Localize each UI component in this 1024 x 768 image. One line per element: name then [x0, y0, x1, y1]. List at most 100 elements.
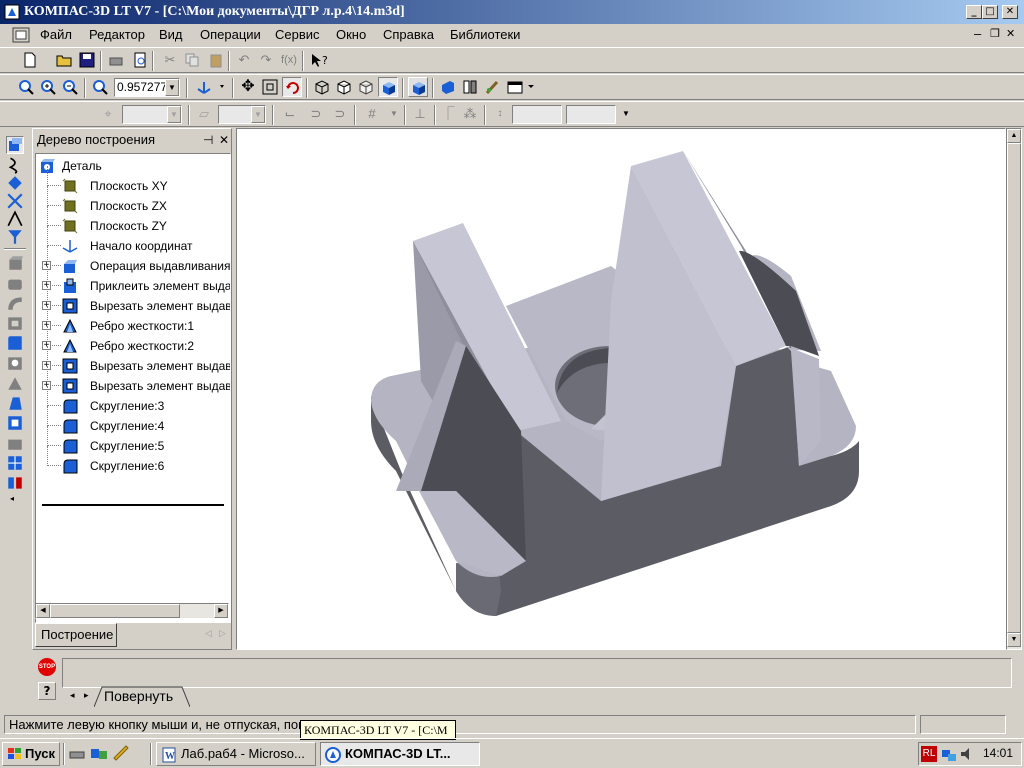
- stop-button[interactable]: STOP: [38, 658, 56, 676]
- coords-dropdown[interactable]: ▼: [616, 104, 636, 124]
- rotate-button[interactable]: [282, 77, 302, 97]
- model-viewport[interactable]: [236, 128, 1006, 650]
- menu-help[interactable]: Справка: [383, 27, 434, 42]
- tree-node[interactable]: Плоскость XY: [36, 166, 230, 196]
- network-icon[interactable]: [941, 746, 957, 762]
- doc-restore-button[interactable]: ❐: [990, 27, 1000, 40]
- new-file-button[interactable]: [20, 50, 40, 70]
- layer-select[interactable]: ▼: [218, 105, 266, 124]
- shell-operation-icon[interactable]: [6, 394, 24, 412]
- start-button[interactable]: Пуск: [2, 742, 60, 766]
- tree-node[interactable]: + Вырезать элемент выдавли: [36, 286, 230, 316]
- close-button[interactable]: ✕: [1002, 5, 1018, 19]
- tree-node[interactable]: + Вырезать элемент выдавли: [36, 346, 230, 376]
- tree-node[interactable]: Скругление:3: [36, 386, 230, 416]
- zoom-window-button[interactable]: [16, 77, 36, 97]
- shaded-button[interactable]: [378, 77, 398, 97]
- tree-node[interactable]: + Ребро жесткости:2: [36, 326, 230, 356]
- rib-operation-icon[interactable]: [6, 374, 24, 392]
- tab-prev-arrow[interactable]: ◁: [205, 628, 212, 639]
- snap-button[interactable]: ⌖: [98, 104, 118, 124]
- hole-operation-icon[interactable]: [6, 354, 24, 372]
- step-select[interactable]: ▼: [122, 105, 182, 124]
- title-bar[interactable]: КОМПАС-3D LT V7 - [C:\Мои документы\ДГР …: [0, 0, 1024, 24]
- chevron-down-icon[interactable]: ▼: [251, 106, 265, 123]
- array-operation-icon[interactable]: [6, 454, 24, 472]
- menu-editor[interactable]: Редактор: [89, 27, 145, 42]
- cut-button[interactable]: ✂: [160, 50, 180, 70]
- perspective-button[interactable]: [408, 77, 428, 97]
- coord-x-field[interactable]: [512, 105, 562, 124]
- context-help-button[interactable]: ?: [308, 50, 336, 70]
- tree-node[interactable]: Плоскость ZX: [36, 186, 230, 216]
- tree-horizontal-scrollbar[interactable]: ◀ ▶: [35, 603, 229, 619]
- fillet-operation-icon[interactable]: [6, 334, 24, 352]
- chevron-down-icon[interactable]: ▼: [167, 106, 181, 123]
- snaps-button[interactable]: ⁂: [460, 104, 480, 124]
- command-field[interactable]: [62, 658, 1012, 688]
- mass-properties-button[interactable]: [482, 77, 502, 97]
- open-button[interactable]: [54, 50, 74, 70]
- print-button[interactable]: [106, 50, 126, 70]
- tree-node[interactable]: Скругление:4: [36, 406, 230, 436]
- zoom-scale-button[interactable]: [90, 77, 110, 97]
- function-fx-button[interactable]: f(x): [278, 50, 300, 70]
- doc-close-button[interactable]: ✕: [1006, 27, 1015, 40]
- layer-button[interactable]: ▱: [194, 104, 214, 124]
- scroll-down-arrow[interactable]: ▼: [1007, 633, 1021, 647]
- wireframe-button[interactable]: [312, 77, 332, 97]
- minimize-button[interactable]: _: [966, 5, 982, 19]
- grid-options-button[interactable]: ▼: [384, 104, 404, 124]
- magnet-snap-alt-button[interactable]: ⊃: [330, 104, 350, 124]
- menu-libraries[interactable]: Библиотеки: [450, 27, 520, 42]
- tree-node[interactable]: + Операция выдавливания:1: [36, 246, 230, 276]
- tree-node[interactable]: + Вырезать элемент выдавли: [36, 366, 230, 396]
- filter-icon[interactable]: [6, 228, 24, 246]
- pin-icon[interactable]: ⊣: [203, 129, 213, 151]
- tree-node[interactable]: + Ребро жесткости:1: [36, 306, 230, 336]
- tree-node[interactable]: Плоскость ZY: [36, 206, 230, 236]
- slope-operation-icon[interactable]: [6, 434, 24, 452]
- pan-button[interactable]: ✥: [238, 77, 258, 97]
- round-button[interactable]: ⎾: [438, 104, 458, 124]
- taskbar-item-word[interactable]: W Лаб.раб4 - Microso...: [156, 742, 316, 766]
- hidden-lines-button[interactable]: [334, 77, 354, 97]
- doc-minimize-button[interactable]: –: [974, 26, 981, 41]
- model-properties-button[interactable]: [504, 77, 536, 97]
- paste-button[interactable]: [206, 50, 226, 70]
- maximize-button[interactable]: □: [982, 5, 998, 19]
- scroll-right-arrow[interactable]: ▶: [214, 604, 228, 618]
- save-button[interactable]: [77, 50, 97, 70]
- extrude-operation-icon[interactable]: [6, 254, 24, 272]
- grid-button[interactable]: #: [362, 104, 382, 124]
- quick-launch-icon-2[interactable]: [90, 746, 108, 762]
- orthogonal-button[interactable]: ⊥: [410, 104, 430, 124]
- zoom-scale-select[interactable]: 0.957277 ▼: [114, 78, 180, 97]
- relations-icon[interactable]: [6, 192, 24, 210]
- magnet-snap-button[interactable]: ⊃: [306, 104, 326, 124]
- auxiliary-geometry-icon[interactable]: [6, 174, 24, 192]
- cut-operation-icon[interactable]: [6, 414, 24, 432]
- menu-file[interactable]: Файл: [40, 27, 72, 42]
- scroll-left-arrow[interactable]: ◀: [36, 604, 50, 618]
- undo-button[interactable]: ↶: [234, 50, 254, 70]
- tree-root[interactable]: Деталь: [36, 156, 230, 176]
- tree-scroll-thumb[interactable]: [50, 604, 180, 618]
- menu-view[interactable]: Вид: [159, 27, 183, 42]
- menu-service[interactable]: Сервис: [275, 27, 320, 42]
- tab-rotate[interactable]: Повернуть: [104, 688, 173, 704]
- tab-build[interactable]: Построение: [35, 623, 117, 647]
- measure-button[interactable]: [460, 77, 480, 97]
- tree-node[interactable]: Начало координат: [36, 226, 230, 256]
- language-indicator[interactable]: RL: [921, 746, 937, 762]
- coord-y-field[interactable]: [566, 105, 616, 124]
- mirror-operation-icon[interactable]: [6, 474, 24, 492]
- quick-launch-icon-1[interactable]: [68, 746, 86, 762]
- rotate-operation-icon[interactable]: [6, 274, 24, 292]
- loft-operation-icon[interactable]: [6, 314, 24, 332]
- kinematic-operation-icon[interactable]: [6, 294, 24, 312]
- more-tools-arrow[interactable]: ◂: [10, 494, 14, 503]
- quick-launch-icon-3[interactable]: [112, 744, 130, 762]
- prev-tab-arrow[interactable]: ◂: [70, 690, 75, 701]
- local-cs-button[interactable]: ⌙: [280, 104, 300, 124]
